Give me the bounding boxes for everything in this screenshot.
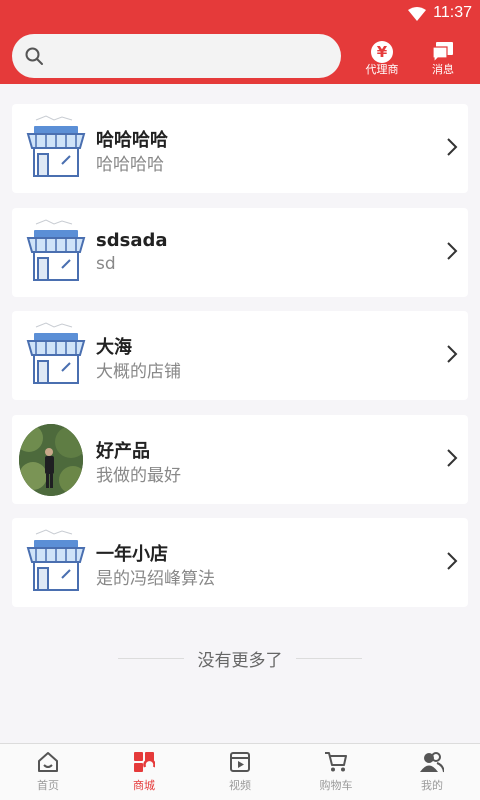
shop-card[interactable]: 哈哈哈哈 哈哈哈哈 [12, 104, 468, 193]
shop-name: 一年小店 [96, 544, 168, 565]
profile-icon [420, 752, 444, 773]
person-photo [19, 424, 83, 496]
shop-description: 是的冯绍峰算法 [96, 569, 215, 589]
message-button[interactable]: 消息 [418, 40, 468, 76]
no-more-indicator: 没有更多了 [0, 646, 480, 671]
no-more-text: 没有更多了 [197, 651, 283, 671]
cart-icon [325, 752, 347, 772]
mall-icon [134, 752, 155, 772]
chevron-right-icon [447, 552, 458, 570]
shop-description: sd [96, 254, 116, 274]
status-time: 11:37 [433, 4, 472, 21]
shop-icon [26, 529, 86, 591]
tab-home[interactable]: 首页 [0, 744, 96, 800]
shop-name: 哈哈哈哈 [96, 130, 168, 151]
agent-label: 代理商 [365, 63, 399, 76]
message-label: 消息 [432, 63, 454, 76]
wifi-icon [408, 7, 426, 21]
search-icon [25, 47, 43, 65]
shop-description: 我做的最好 [96, 466, 181, 486]
shop-card[interactable]: 好产品 我做的最好 [12, 415, 468, 504]
shop-description: 哈哈哈哈 [96, 155, 164, 175]
tab-video-label: 视频 [229, 779, 251, 792]
shop-name: 大海 [96, 337, 132, 358]
tab-profile-label: 我的 [421, 779, 443, 792]
divider-line [296, 658, 362, 659]
shop-icon [26, 219, 86, 281]
shop-icon [26, 322, 86, 384]
svg-text:¥: ¥ [377, 43, 388, 61]
chevron-right-icon [447, 138, 458, 156]
tab-video[interactable]: 视频 [192, 744, 288, 800]
search-input[interactable] [12, 34, 341, 78]
tab-mall[interactable]: 商城 [96, 744, 192, 800]
divider-line [118, 658, 184, 659]
shop-icon [26, 115, 86, 177]
status-bar: 11:37 [0, 0, 480, 28]
shop-card[interactable]: 一年小店 是的冯绍峰算法 [12, 518, 468, 607]
tab-cart-label: 购物车 [319, 779, 353, 792]
shop-description: 大概的店铺 [96, 362, 181, 382]
tab-cart[interactable]: 购物车 [288, 744, 384, 800]
shop-name: 好产品 [96, 441, 150, 462]
shop-card[interactable]: 大海 大概的店铺 [12, 311, 468, 400]
shop-card[interactable]: sdsada sd [12, 208, 468, 297]
chevron-right-icon [447, 242, 458, 260]
agent-button[interactable]: ¥ 代理商 [357, 40, 407, 76]
bottom-nav: 首页 商城 视频 购物车 我的 [0, 743, 480, 800]
tab-profile[interactable]: 我的 [384, 744, 480, 800]
chevron-right-icon [447, 449, 458, 467]
shop-name: sdsada [96, 230, 168, 251]
video-icon [230, 752, 250, 772]
header: 11:37 ¥ 代理商 消息 [0, 0, 480, 84]
tab-home-label: 首页 [37, 779, 59, 792]
tab-mall-label: 商城 [133, 779, 155, 792]
chevron-right-icon [447, 345, 458, 363]
home-icon [38, 752, 58, 772]
